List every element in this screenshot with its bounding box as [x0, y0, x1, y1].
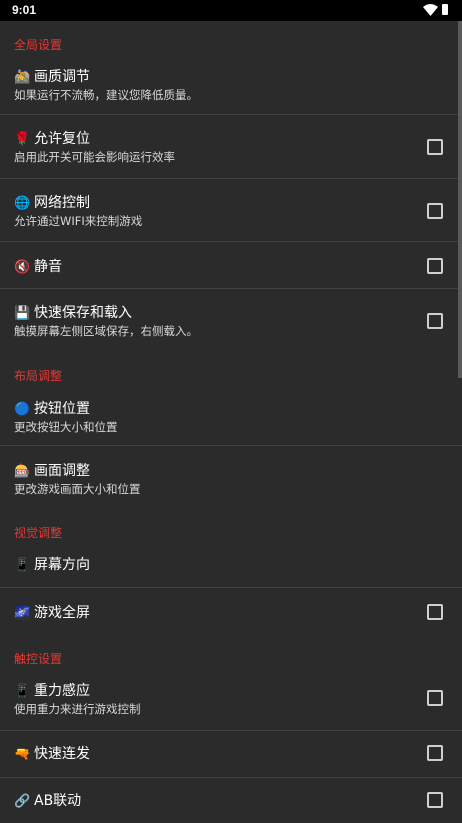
reset-checkbox[interactable]	[427, 139, 443, 155]
setting-quality-title: 画质调节	[34, 69, 90, 85]
ab-link-checkbox[interactable]	[427, 792, 443, 808]
setting-fullscreen-title: 游戏全屏	[34, 605, 90, 621]
setting-gravity[interactable]: 📱 重力感应 使用重力来进行游戏控制	[0, 669, 462, 730]
turbo-checkbox[interactable]	[427, 745, 443, 761]
setting-network[interactable]: 🌐 网络控制 允许通过WIFI来控制游戏	[0, 179, 462, 241]
mountain-bike-icon: 🚵	[14, 70, 31, 85]
setting-network-summary: 允许通过WIFI来控制游戏	[14, 214, 143, 228]
status-time: 9:01	[12, 3, 37, 17]
setting-reset-summary: 启用此开关可能会影响运行效率	[14, 150, 175, 164]
setting-button-position-summary: 更改按钮大小和位置	[14, 420, 118, 434]
mobile-phone-icon: 📱	[14, 684, 31, 699]
scrollbar-thumb[interactable]	[458, 21, 462, 378]
setting-quality-summary: 如果运行不流畅，建议您降低质量。	[14, 88, 198, 102]
slot-machine-icon: 🎰	[14, 464, 31, 479]
milky-way-icon: 🌌	[14, 606, 31, 621]
setting-screen-adjust-summary: 更改游戏画面大小和位置	[14, 482, 141, 496]
setting-screen-adjust-title: 画面调整	[34, 463, 90, 479]
speaker-mute-icon: 🔇	[14, 260, 31, 275]
settings-list[interactable]: 全局设置 🚵 画质调节 如果运行不流畅，建议您降低质量。 🌹 允许复位 启用此开关可…	[0, 21, 462, 823]
setting-gravity-summary: 使用重力来进行游戏控制	[14, 702, 141, 716]
setting-orientation[interactable]: 📱 屏幕方向	[0, 544, 462, 586]
section-header-touch: 触控设置	[14, 652, 63, 666]
quicksave-checkbox[interactable]	[427, 313, 443, 329]
setting-orientation-title: 屏幕方向	[34, 557, 90, 573]
setting-ab-link-title: AB联动	[34, 793, 82, 809]
fullscreen-checkbox[interactable]	[427, 604, 443, 620]
section-header-layout: 布局调整	[14, 369, 63, 383]
blue-circle-icon: 🔵	[14, 402, 31, 417]
mobile-phone-icon: 📱	[14, 558, 31, 573]
pistol-icon: 🔫	[14, 747, 31, 762]
link-icon: 🔗	[14, 794, 31, 809]
setting-mute[interactable]: 🔇 静音	[0, 242, 462, 288]
globe-icon: 🌐	[14, 196, 31, 211]
network-checkbox[interactable]	[427, 203, 443, 219]
floppy-disk-icon: 💾	[14, 306, 31, 321]
setting-gravity-title: 重力感应	[34, 683, 90, 699]
setting-turbo-title: 快速连发	[34, 746, 90, 762]
setting-network-title: 网络控制	[34, 195, 90, 211]
setting-quicksave-title: 快速保存和载入	[34, 305, 132, 321]
setting-mute-title: 静音	[34, 259, 62, 275]
setting-turbo[interactable]: 🔫 快速连发	[0, 731, 462, 777]
setting-screen-adjust[interactable]: 🎰 画面调整 更改游戏画面大小和位置	[0, 446, 462, 508]
rose-icon: 🌹	[14, 132, 31, 147]
gravity-checkbox[interactable]	[427, 690, 443, 706]
setting-ab-link[interactable]: 🔗 AB联动	[0, 778, 462, 823]
setting-button-position[interactable]: 🔵 按钮位置 更改按钮大小和位置	[0, 387, 462, 445]
section-header-global: 全局设置	[14, 38, 63, 52]
setting-button-position-title: 按钮位置	[34, 401, 90, 417]
wifi-icon	[423, 4, 438, 16]
section-header-view: 视觉调整	[14, 526, 63, 540]
battery-icon	[442, 4, 448, 15]
setting-fullscreen[interactable]: 🌌 游戏全屏	[0, 588, 462, 635]
mute-checkbox[interactable]	[427, 258, 443, 274]
setting-reset-title: 允许复位	[34, 131, 90, 147]
status-bar: 9:01	[0, 0, 462, 21]
setting-quicksave[interactable]: 💾 快速保存和载入 触摸屏幕左侧区域保存，右侧载入。	[0, 289, 462, 351]
setting-reset[interactable]: 🌹 允许复位 启用此开关可能会影响运行效率	[0, 115, 462, 178]
setting-quicksave-summary: 触摸屏幕左侧区域保存，右侧载入。	[14, 324, 198, 338]
setting-quality[interactable]: 🚵 画质调节 如果运行不流畅，建议您降低质量。	[0, 56, 462, 114]
